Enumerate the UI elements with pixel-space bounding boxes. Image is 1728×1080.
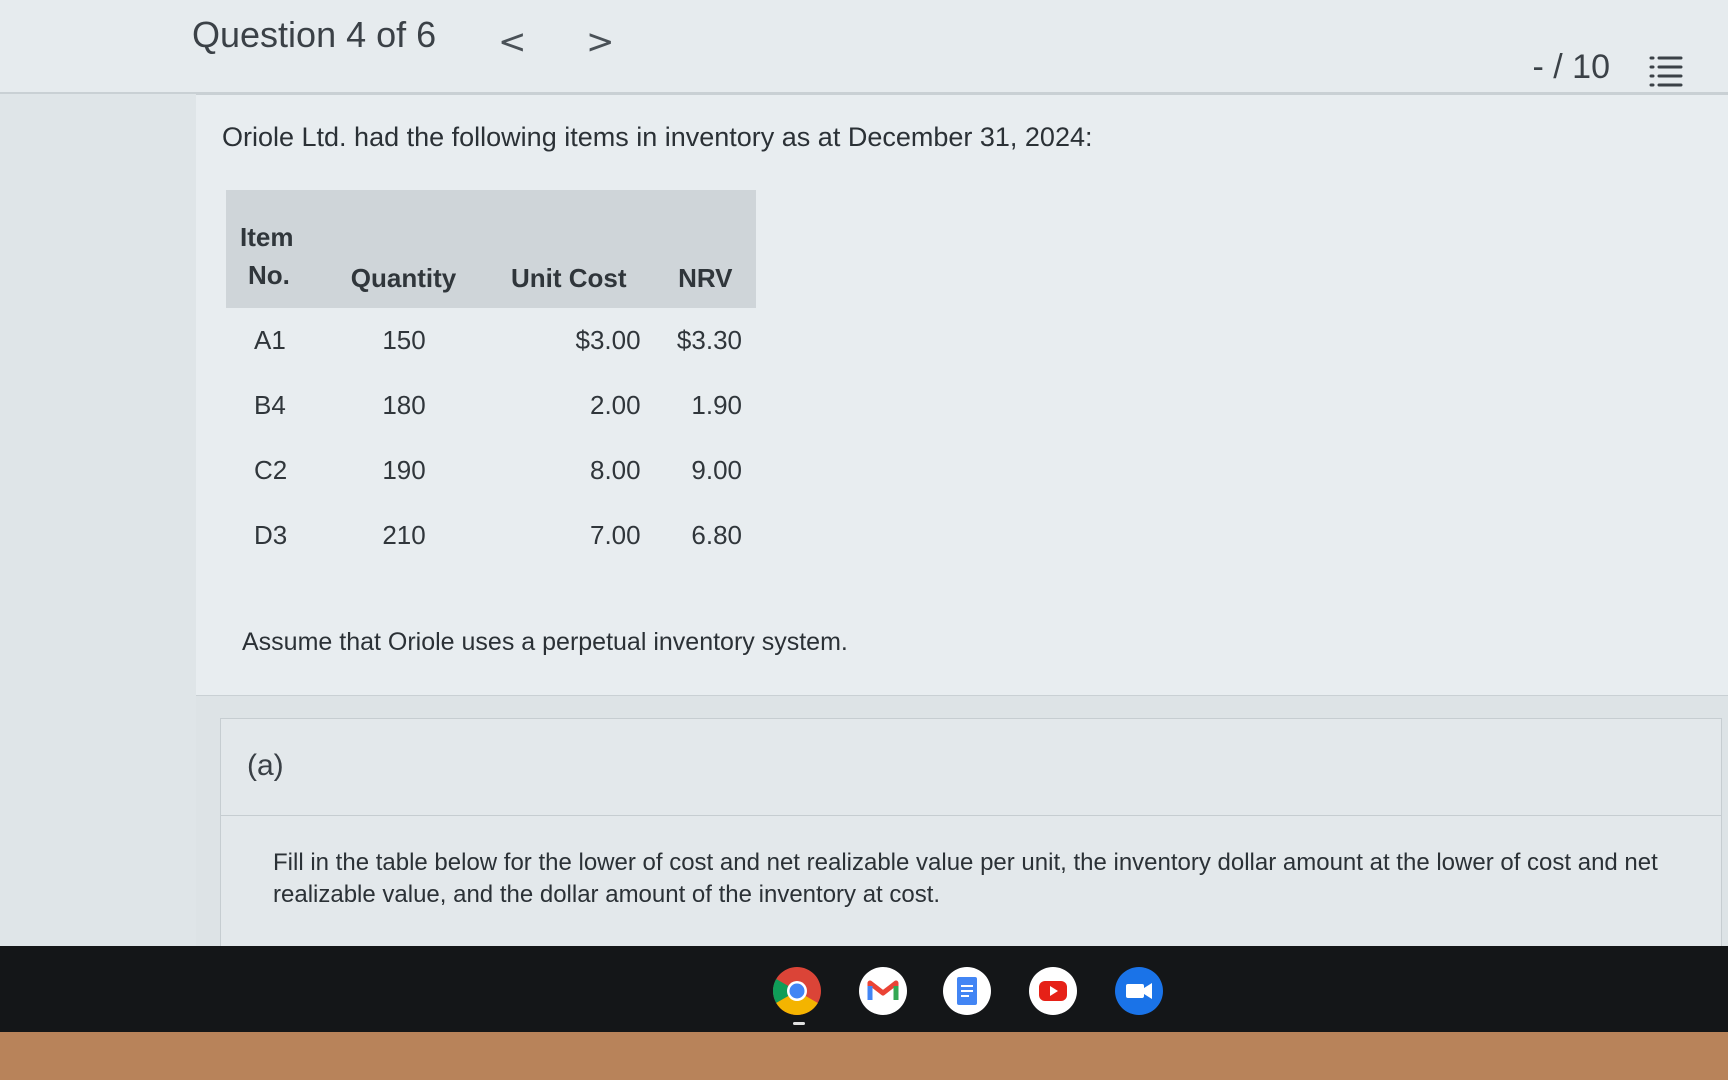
- header-unit-cost: Unit Cost: [482, 190, 655, 308]
- cell-item: C2: [254, 455, 288, 485]
- os-shelf: [0, 946, 1728, 1032]
- cell-unit-cost: 2.00: [589, 390, 641, 420]
- cell-item: D3: [254, 520, 288, 550]
- cell-quantity: 210: [382, 520, 426, 550]
- cell-nrv: $3.30: [676, 325, 742, 355]
- youtube-icon[interactable]: [1028, 966, 1078, 1016]
- assumption-text: Assume that Oriole uses a perpetual inve…: [242, 628, 848, 656]
- left-margin: [0, 94, 196, 946]
- cell-unit-cost: $3.00: [575, 325, 641, 355]
- gmail-icon[interactable]: [858, 966, 908, 1016]
- part-a-label: (a): [247, 749, 284, 782]
- device-bezel: [0, 1032, 1728, 1080]
- cell-quantity: 150: [382, 325, 426, 355]
- docs-icon[interactable]: [942, 966, 992, 1016]
- cell-item: A1: [254, 325, 286, 355]
- question-header: Question 4 of 6 < > - / 10: [0, 0, 1728, 94]
- previous-question-button[interactable]: <: [498, 22, 527, 62]
- inventory-table: Item No. Quantity Unit Cost NRV A1 150 $…: [226, 190, 756, 568]
- inventory-table-header: Item No. Quantity Unit Cost NRV: [226, 190, 756, 308]
- table-row: D3 210 7.00 6.80: [226, 503, 756, 568]
- part-a-header[interactable]: (a): [221, 719, 1721, 816]
- cell-unit-cost: 8.00: [589, 455, 641, 485]
- cell-quantity: 190: [382, 455, 426, 485]
- next-question-button[interactable]: >: [586, 22, 615, 62]
- question-list-icon[interactable]: [1648, 54, 1684, 88]
- header-item-line1: Item: [240, 222, 294, 252]
- header-quantity: Quantity: [324, 190, 483, 308]
- question-title: Question 4 of 6: [192, 14, 437, 55]
- header-item-line2: No.: [248, 260, 290, 290]
- header-nrv: NRV: [654, 190, 756, 308]
- cell-quantity: 180: [382, 390, 426, 420]
- table-row: C2 190 8.00 9.00: [226, 438, 756, 503]
- part-a-instructions: Fill in the table below for the lower of…: [273, 849, 1658, 908]
- score-display: - / 10: [1532, 48, 1610, 86]
- meet-icon[interactable]: [1114, 966, 1164, 1016]
- question-intro: Oriole Ltd. had the following items in i…: [222, 122, 1093, 152]
- cell-nrv: 1.90: [691, 390, 742, 420]
- cell-nrv: 6.80: [691, 520, 742, 550]
- part-a-section: (a) Fill in the table below for the lowe…: [220, 718, 1722, 950]
- active-indicator: [793, 1022, 805, 1025]
- table-row: A1 150 $3.00 $3.30: [226, 308, 756, 373]
- cell-nrv: 9.00: [691, 455, 742, 485]
- cell-item: B4: [254, 390, 286, 420]
- table-row: B4 180 2.00 1.90: [226, 373, 756, 438]
- cell-unit-cost: 7.00: [589, 520, 641, 550]
- header-item-no: Item No.: [226, 190, 325, 308]
- chrome-icon[interactable]: [772, 966, 822, 1025]
